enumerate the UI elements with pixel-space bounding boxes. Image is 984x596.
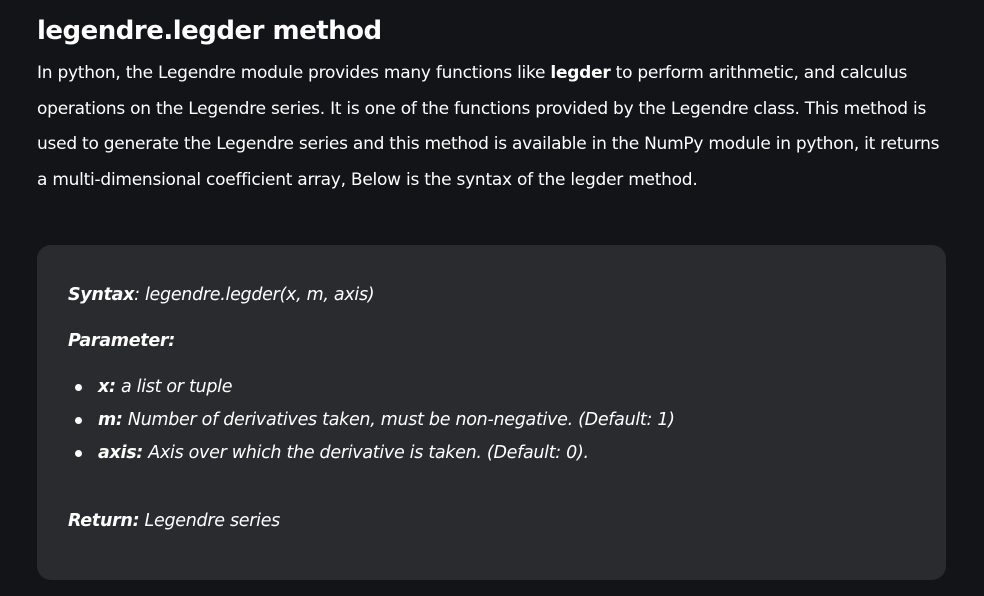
- intro-text-start: In python, the Legendre module provides …: [37, 63, 551, 83]
- parameter-heading: Parameter:: [68, 329, 175, 353]
- parameter-item-m: m: Number of derivatives taken, must be …: [68, 408, 675, 441]
- parameter-list: x: a list or tuple m: Number of derivati…: [68, 375, 675, 474]
- parameter-description: Axis over which the derivative is taken.…: [143, 443, 589, 463]
- return-line: Return: Legendre series: [68, 509, 280, 533]
- syntax-value: : legendre.legder(x, m, axis): [134, 285, 375, 305]
- parameter-name: axis:: [98, 443, 144, 463]
- article: legendre.legder method In python, the Le…: [0, 0, 984, 596]
- intro-keyword: legder: [550, 63, 611, 83]
- intro-paragraph: In python, the Legendre module provides …: [37, 56, 949, 198]
- parameter-description: a list or tuple: [115, 377, 233, 397]
- parameter-item-x: x: a list or tuple: [68, 375, 675, 408]
- parameter-name: x:: [98, 377, 116, 397]
- bullet-icon: [75, 384, 82, 391]
- syntax-label: Syntax: [68, 285, 135, 305]
- page-title: legendre.legder method: [37, 16, 382, 46]
- return-label: Return:: [68, 511, 140, 531]
- bullet-icon: [75, 450, 82, 457]
- parameter-item-axis: axis: Axis over which the derivative is …: [68, 441, 675, 474]
- syntax-line: Syntax: legendre.legder(x, m, axis): [68, 283, 375, 307]
- syntax-box: Syntax: legendre.legder(x, m, axis) Para…: [37, 245, 946, 580]
- bullet-icon: [75, 417, 82, 424]
- parameter-name: m:: [98, 410, 123, 430]
- return-value: Legendre series: [139, 511, 281, 531]
- parameter-heading-text: Parameter:: [68, 331, 175, 351]
- parameter-description: Number of derivatives taken, must be non…: [122, 410, 675, 430]
